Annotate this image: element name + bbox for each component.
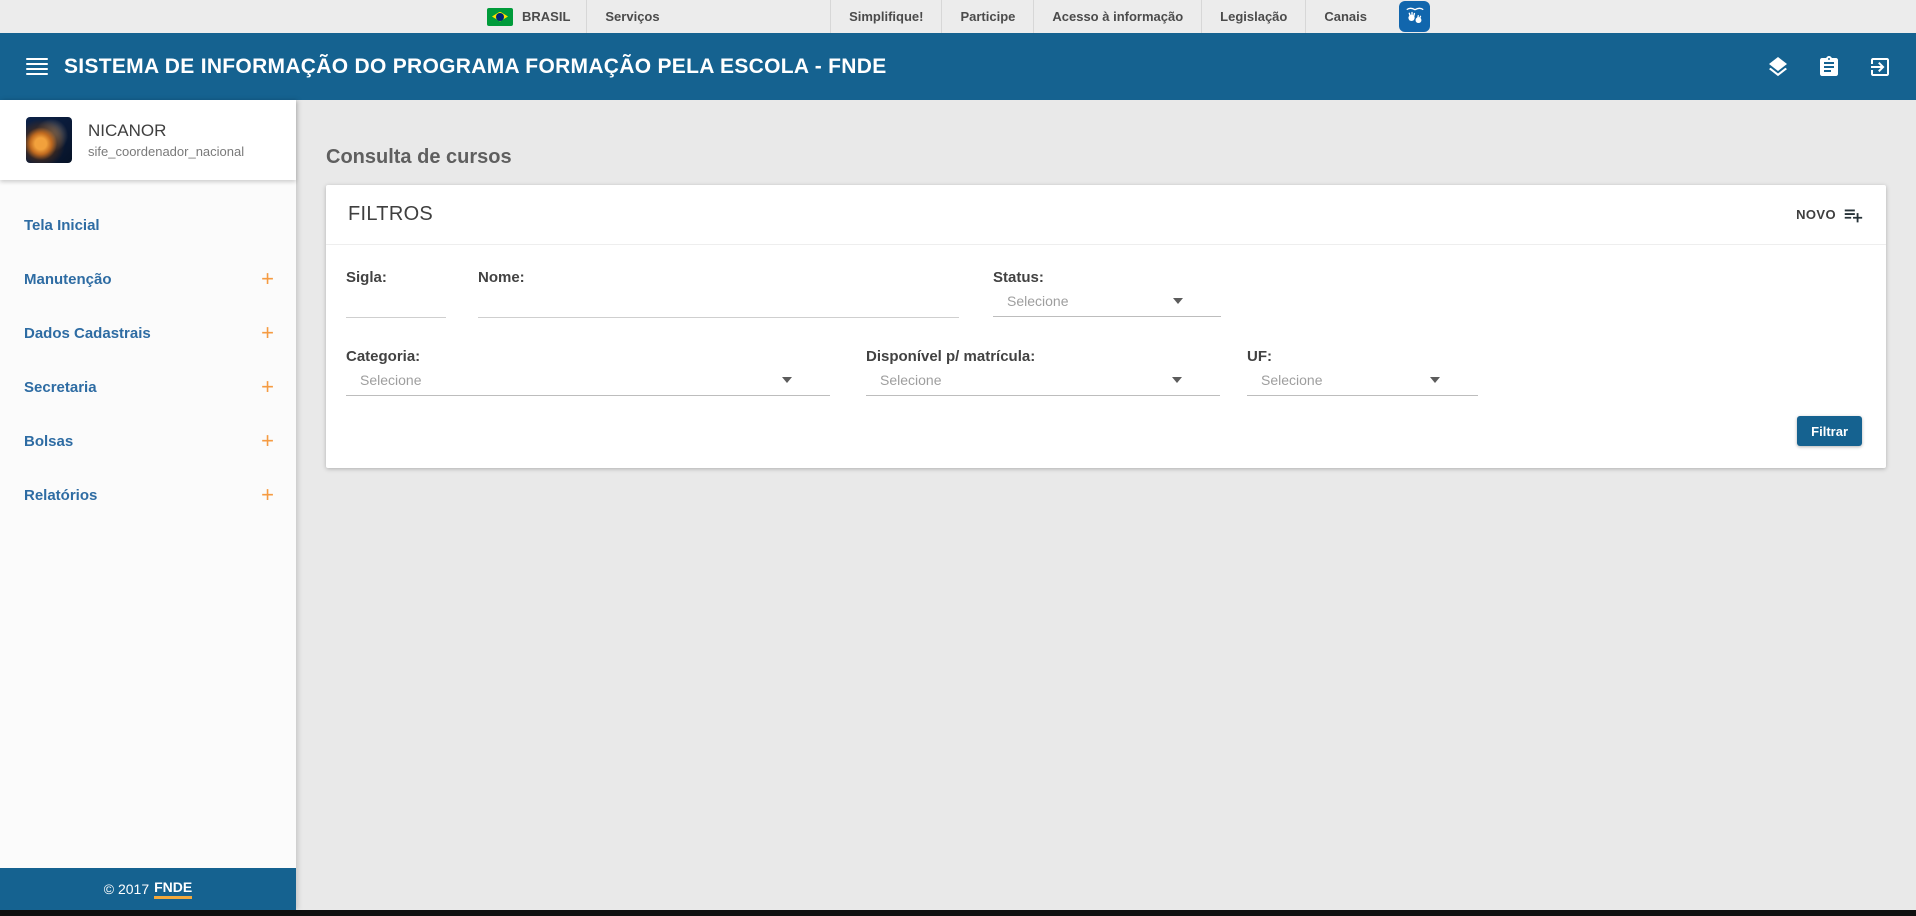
- user-name: NICANOR: [88, 121, 167, 140]
- filters-actions: Filtrar: [346, 416, 1866, 446]
- gov-link-label: Serviços: [605, 9, 660, 24]
- user-panel: NICANOR sife_coordenador_nacional: [0, 100, 296, 180]
- chevron-down-icon: [1430, 377, 1440, 383]
- disponivel-placeholder: Selecione: [880, 372, 942, 388]
- gov-link-participe[interactable]: Participe: [942, 0, 1033, 33]
- filters-title: FILTROS: [348, 203, 434, 225]
- chevron-down-icon: [1172, 377, 1182, 383]
- expand-plus-icon: +: [261, 482, 274, 507]
- uf-select[interactable]: Selecione: [1247, 365, 1478, 396]
- gov-link-label: Canais: [1324, 9, 1367, 24]
- gov-bar-right: Simplifique! Participe Acesso à informaç…: [830, 0, 1430, 33]
- disponivel-matricula-field: Disponível p/ matrícula: Selecione: [866, 348, 1220, 396]
- status-select[interactable]: Selecione: [993, 286, 1221, 317]
- status-field: Status: Selecione: [993, 269, 1221, 318]
- status-placeholder: Selecione: [1007, 293, 1069, 309]
- filtrar-button[interactable]: Filtrar: [1797, 416, 1862, 446]
- nome-field: Nome:: [478, 269, 959, 318]
- app-header: SISTEMA DE INFORMAÇÃO DO PROGRAMA FORMAÇ…: [0, 33, 1916, 100]
- filters-row-1: Sigla: Nome: Status: Selecione: [346, 269, 1866, 318]
- gov-brand[interactable]: BRASIL: [487, 0, 586, 33]
- gov-link-label: Participe: [960, 9, 1016, 24]
- sidebar-footer: © 2017 FNDE: [0, 868, 296, 910]
- filters-card: FILTROS NOVO Sigla: Nome: Status: Seleci…: [326, 185, 1886, 468]
- gov-bar-left: BRASIL Serviços: [487, 0, 678, 33]
- assignment-icon[interactable]: [1817, 55, 1841, 79]
- nome-input[interactable]: [478, 286, 959, 318]
- sidebar-item-relatorios[interactable]: Relatórios +: [0, 468, 296, 522]
- menu-icon[interactable]: [26, 58, 48, 75]
- expand-plus-icon: +: [261, 374, 274, 399]
- logout-icon[interactable]: [1868, 55, 1892, 79]
- disponivel-matricula-label: Disponível p/ matrícula:: [866, 348, 1036, 365]
- uf-label: UF:: [1247, 348, 1272, 365]
- sidebar-item-label: Manutenção: [24, 270, 112, 288]
- vlibras-accessibility-icon[interactable]: [1399, 1, 1430, 32]
- chevron-down-icon: [1173, 298, 1183, 304]
- copyright-text: © 2017: [103, 881, 150, 897]
- sidebar-item-dados-cadastrais[interactable]: Dados Cadastrais +: [0, 306, 296, 360]
- expand-plus-icon: +: [261, 266, 274, 291]
- gov-link-legislacao[interactable]: Legislação: [1202, 0, 1305, 33]
- main-content: Consulta de cursos FILTROS NOVO Sigla: N…: [296, 100, 1916, 910]
- sidebar: NICANOR sife_coordenador_nacional Tela I…: [0, 100, 296, 910]
- sidebar-menu: Tela Inicial Manutenção + Dados Cadastra…: [0, 180, 296, 522]
- uf-field: UF: Selecione: [1247, 348, 1478, 396]
- filters-row-2: Categoria: Selecione Disponível p/ matrí…: [346, 348, 1866, 396]
- sidebar-item-label: Tela Inicial: [24, 216, 100, 234]
- uf-placeholder: Selecione: [1261, 372, 1323, 388]
- user-info: NICANOR sife_coordenador_nacional: [88, 121, 244, 159]
- sidebar-item-label: Relatórios: [24, 486, 98, 504]
- categoria-select[interactable]: Selecione: [346, 365, 830, 396]
- disponivel-matricula-select[interactable]: Selecione: [866, 365, 1220, 396]
- screen: BRASIL Serviços Simplifique! Participe A…: [0, 0, 1916, 916]
- sigla-label: Sigla:: [346, 269, 387, 286]
- header-icons: [1766, 55, 1916, 79]
- brazil-flag-icon: [487, 7, 513, 26]
- nome-label: Nome:: [478, 269, 525, 286]
- novo-label: NOVO: [1796, 207, 1836, 222]
- sidebar-item-label: Dados Cadastrais: [24, 324, 151, 342]
- app-title: SISTEMA DE INFORMAÇÃO DO PROGRAMA FORMAÇ…: [64, 54, 887, 78]
- gov-link-acesso-informacao[interactable]: Acesso à informação: [1034, 0, 1201, 33]
- gov-link-simplifique[interactable]: Simplifique!: [831, 0, 941, 33]
- gov-link-label: Acesso à informação: [1052, 9, 1184, 24]
- sidebar-item-bolsas[interactable]: Bolsas +: [0, 414, 296, 468]
- categoria-label: Categoria:: [346, 348, 421, 365]
- gov-link-label: Legislação: [1220, 9, 1288, 24]
- gov-link-servicos[interactable]: Serviços: [587, 0, 677, 33]
- chevron-down-icon: [782, 377, 792, 383]
- sigla-field: Sigla:: [346, 269, 446, 318]
- sidebar-item-label: Bolsas: [24, 432, 74, 450]
- sidebar-item-label: Secretaria: [24, 378, 97, 396]
- hands-icon: [1405, 7, 1424, 23]
- expand-plus-icon: +: [261, 320, 274, 345]
- gov-brand-label: BRASIL: [522, 9, 571, 24]
- gov-link-label: Simplifique!: [849, 9, 924, 24]
- novo-button[interactable]: NOVO: [1796, 204, 1864, 226]
- playlist-add-icon: [1844, 209, 1863, 222]
- user-role: sife_coordenador_nacional: [88, 144, 245, 159]
- status-label: Status:: [993, 269, 1044, 286]
- categoria-placeholder: Selecione: [360, 372, 422, 388]
- layers-icon[interactable]: [1766, 55, 1790, 79]
- filters-card-header: FILTROS NOVO: [326, 185, 1886, 245]
- page-title: Consulta de cursos: [326, 146, 512, 168]
- fnde-link[interactable]: FNDE: [154, 879, 193, 899]
- sidebar-item-secretaria[interactable]: Secretaria +: [0, 360, 296, 414]
- gov-bar: BRASIL Serviços Simplifique! Participe A…: [0, 0, 1916, 33]
- filters-card-body: Sigla: Nome: Status: Selecione Categoria…: [326, 245, 1886, 468]
- sigla-input[interactable]: [346, 286, 446, 318]
- categoria-field: Categoria: Selecione: [346, 348, 830, 396]
- user-avatar: [26, 117, 72, 163]
- gov-link-canais[interactable]: Canais: [1306, 0, 1385, 33]
- bottom-edge-strip: [0, 910, 1916, 916]
- sidebar-item-tela-inicial[interactable]: Tela Inicial: [0, 198, 296, 252]
- sidebar-item-manutencao[interactable]: Manutenção +: [0, 252, 296, 306]
- expand-plus-icon: +: [261, 428, 274, 453]
